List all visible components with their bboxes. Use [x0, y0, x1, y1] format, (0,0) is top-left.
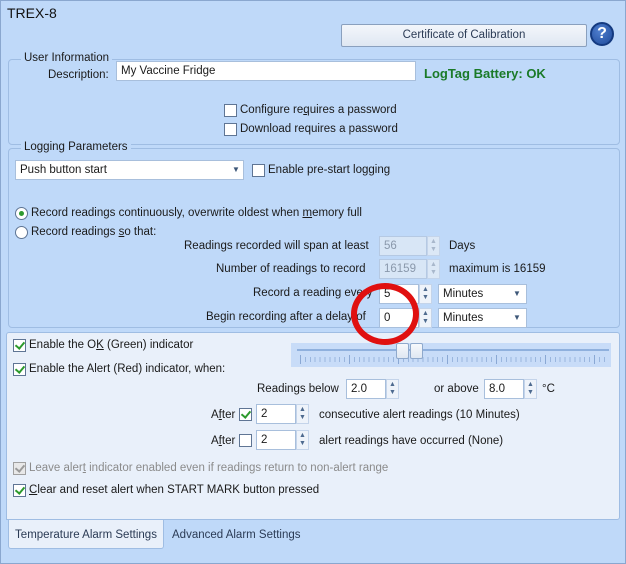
- start-mode-value: Push button start: [20, 164, 107, 176]
- readings-below-input[interactable]: 2.0: [346, 379, 386, 399]
- certificate-of-calibration-button[interactable]: Certificate of Calibration: [341, 24, 587, 47]
- record-continuously-radio[interactable]: [15, 207, 28, 220]
- description-label: Description:: [48, 69, 109, 81]
- or-above-input[interactable]: 8.0: [484, 379, 524, 399]
- spin-up-icon: ▲: [299, 406, 306, 413]
- slider-ticks: [300, 355, 606, 364]
- spin-down-icon: ▼: [527, 389, 534, 396]
- count-label: Number of readings to record: [216, 263, 366, 275]
- download-password-checkbox[interactable]: [224, 123, 237, 136]
- record-so-that-radio[interactable]: [15, 226, 28, 239]
- battery-status: LogTag Battery: OK: [424, 66, 546, 81]
- chevron-down-icon[interactable]: ▼: [510, 284, 524, 304]
- after1-checkbox[interactable]: [239, 408, 252, 421]
- span-input[interactable]: 56: [379, 236, 427, 256]
- span-spinner[interactable]: ▲ ▼: [427, 236, 440, 256]
- span-unit: Days: [449, 240, 476, 252]
- description-input[interactable]: My Vaccine Fridge: [116, 61, 416, 81]
- after1-label: After: [211, 409, 236, 421]
- clear-reset-checkbox[interactable]: [13, 484, 26, 497]
- prestart-logging-checkbox[interactable]: [252, 164, 265, 177]
- spin-up-icon: ▲: [527, 381, 534, 388]
- after2-label: After: [211, 435, 236, 447]
- record-continuously-label: Record readings continuously, overwrite …: [31, 207, 362, 219]
- chevron-down-icon[interactable]: ▼: [229, 160, 243, 180]
- after2-spinner[interactable]: ▲ ▼: [296, 430, 309, 450]
- clear-reset-label: Clear and reset alert when START MARK bu…: [29, 484, 320, 496]
- span-label: Readings recorded will span at least: [184, 240, 369, 252]
- record-so-that-label: Record readings so that:: [31, 226, 157, 238]
- spin-down-icon: ▼: [299, 414, 306, 421]
- slider-thumb-low[interactable]: [396, 343, 409, 359]
- spin-up-icon: ▲: [422, 310, 429, 317]
- or-above-spinner[interactable]: ▲ ▼: [524, 379, 537, 399]
- window-title: TREX-8: [7, 5, 57, 21]
- spin-down-icon: ▼: [389, 389, 396, 396]
- after1-spinner[interactable]: ▲ ▼: [296, 404, 309, 424]
- interval-unit-value: Minutes: [443, 288, 484, 300]
- help-icon[interactable]: ?: [590, 22, 614, 46]
- spin-down-icon: ▼: [430, 246, 437, 253]
- configure-password-label: Configure requires a password: [240, 104, 397, 116]
- spin-down-icon: ▼: [422, 294, 429, 301]
- tab-temperature-alarm-settings[interactable]: Temperature Alarm Settings: [8, 520, 164, 549]
- spin-up-icon: ▲: [299, 432, 306, 439]
- tab-advanced-alarm-settings[interactable]: Advanced Alarm Settings: [166, 522, 307, 548]
- interval-label: Record a reading every: [253, 287, 373, 299]
- spin-down-icon: ▼: [299, 440, 306, 447]
- ok-indicator-checkbox[interactable]: [13, 339, 26, 352]
- spin-up-icon: ▲: [430, 261, 437, 268]
- spin-down-icon: ▼: [430, 269, 437, 276]
- configure-password-checkbox[interactable]: [224, 104, 237, 117]
- after1-input[interactable]: 2: [256, 404, 296, 424]
- alert-indicator-label: Enable the Alert (Red) indicator, when:: [29, 363, 226, 375]
- delay-spinner[interactable]: ▲ ▼: [419, 308, 432, 328]
- prestart-logging-label: Enable pre-start logging: [268, 164, 391, 176]
- count-max: maximum is 16159: [449, 263, 546, 275]
- logging-parameters-legend: Logging Parameters: [21, 141, 131, 153]
- download-password-label: Download requires a password: [240, 123, 398, 135]
- leave-alert-label: Leave alert indicator enabled even if re…: [29, 462, 389, 474]
- count-input[interactable]: 16159: [379, 259, 427, 279]
- spin-up-icon: ▲: [430, 238, 437, 245]
- after2-checkbox[interactable]: [239, 434, 252, 447]
- delay-label: Begin recording after a delay of: [206, 311, 366, 323]
- user-information-legend: User Information: [21, 52, 113, 64]
- interval-spinner[interactable]: ▲ ▼: [419, 284, 432, 304]
- after2-input[interactable]: 2: [256, 430, 296, 450]
- temp-unit: °C: [542, 383, 555, 395]
- chevron-down-icon[interactable]: ▼: [510, 308, 524, 328]
- slider-thumb-high[interactable]: [410, 343, 423, 359]
- spin-down-icon: ▼: [422, 318, 429, 325]
- after1-desc: consecutive alert readings (10 Minutes): [319, 409, 520, 421]
- readings-below-label: Readings below: [257, 383, 339, 395]
- readings-below-spinner[interactable]: ▲ ▼: [386, 379, 399, 399]
- delay-unit-value: Minutes: [443, 312, 484, 324]
- or-above-label: or above: [434, 383, 479, 395]
- leave-alert-checkbox[interactable]: [13, 462, 26, 475]
- spin-up-icon: ▲: [422, 286, 429, 293]
- after2-desc: alert readings have occurred (None): [319, 435, 504, 447]
- slider-track: [297, 349, 609, 351]
- count-spinner[interactable]: ▲ ▼: [427, 259, 440, 279]
- interval-input[interactable]: 5: [379, 284, 419, 304]
- ok-indicator-label: Enable the OK (Green) indicator: [29, 339, 194, 351]
- start-mode-select[interactable]: Push button start: [15, 160, 244, 180]
- delay-input[interactable]: 0: [379, 308, 419, 328]
- alert-indicator-checkbox[interactable]: [13, 363, 26, 376]
- spin-up-icon: ▲: [389, 381, 396, 388]
